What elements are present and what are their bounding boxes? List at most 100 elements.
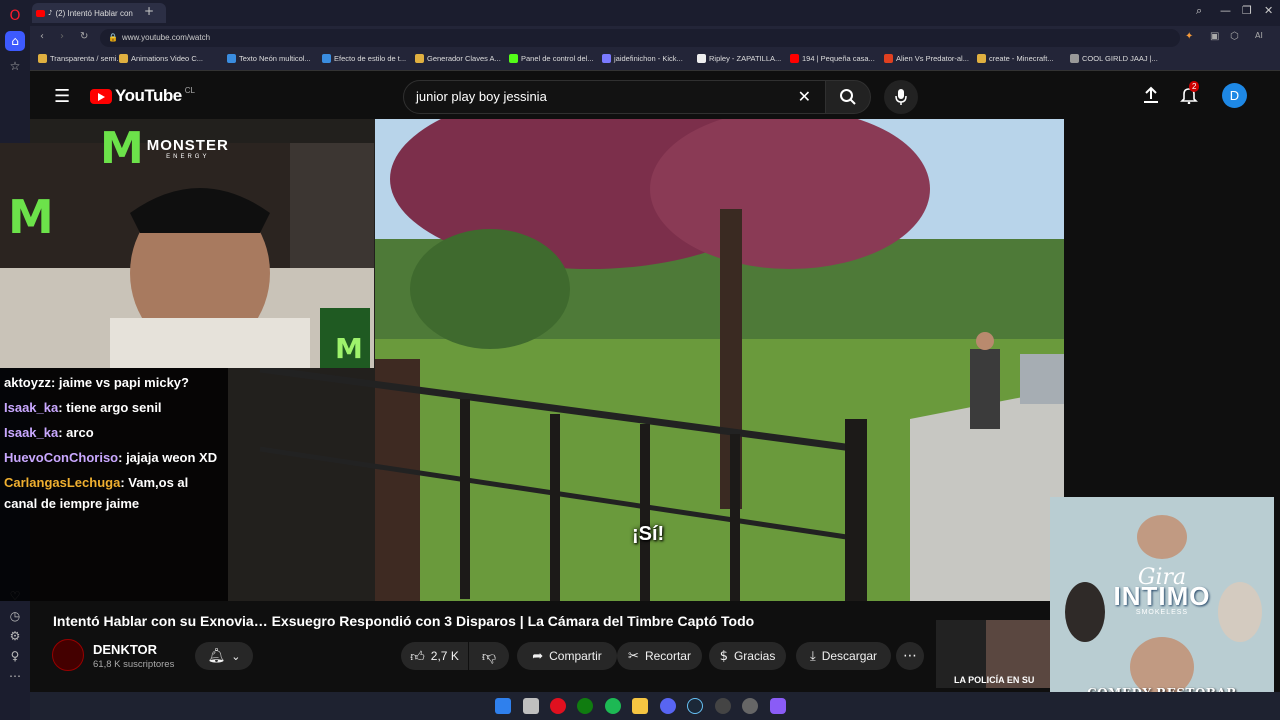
chat-username: Isaak_ka <box>4 425 59 440</box>
bookmark-favicon-icon <box>977 54 986 63</box>
chat-text: : jaime vs papi micky? <box>50 375 189 390</box>
extension-3-icon[interactable]: ⬡ <box>1230 31 1239 42</box>
tab-bar: ♪ (2) Intentó Hablar con + ⌕ — ❐ ✕ <box>30 0 1280 26</box>
logo-text: YouTube <box>115 86 182 105</box>
bookmark-item[interactable]: Animations Video C... <box>119 54 203 63</box>
bookmark-item[interactable]: Texto Neón multicol... <box>227 54 311 63</box>
thumbnail-caption: LA POLICÍA EN SU <box>954 675 1035 685</box>
minimize-button[interactable]: — <box>1220 4 1231 17</box>
task-view-icon[interactable] <box>523 698 539 714</box>
speaker-icon: ♪ <box>48 9 53 17</box>
subscribe-bell-button[interactable]: 🔔︎ ⌄ <box>195 642 253 670</box>
channel-name[interactable]: DENKTOR <box>93 642 157 657</box>
bookmark-label: 194 | Pequeña casa... <box>802 54 875 63</box>
extension-icon[interactable]: ✦ <box>1185 31 1193 42</box>
bookmark-favicon-icon <box>602 54 611 63</box>
url-field[interactable]: 🔒 www.youtube.com/watch <box>100 29 1180 47</box>
search-tabs-icon[interactable]: ⌕ <box>1196 4 1202 18</box>
settings-icon[interactable]: ⚙ <box>5 626 25 646</box>
bookmark-item[interactable]: Generador Claves A... <box>415 54 501 63</box>
recommended-thumbnail[interactable]: LA POLICÍA EN SU <box>936 620 1054 688</box>
spotify-icon[interactable] <box>605 698 621 714</box>
bookmark-favicon-icon <box>884 54 893 63</box>
bookmark-label: jaidefinichon - Kick... <box>614 54 683 63</box>
history-icon[interactable]: ◷ <box>5 606 25 626</box>
sponsor-name: MONSTER <box>146 136 229 154</box>
channel-avatar[interactable] <box>52 639 84 671</box>
bookmark-favicon-icon <box>415 54 424 63</box>
chat-username: CarlangasLechuga <box>4 475 121 490</box>
clear-search-icon[interactable]: ✕ <box>798 81 811 113</box>
bookmark-favicon-icon <box>322 54 331 63</box>
clip-button[interactable]: ✂ Recortar <box>617 642 702 670</box>
share-icon: ➦ <box>532 648 544 664</box>
tab-title: (2) Intentó Hablar con <box>55 8 133 18</box>
chat-message: Isaak_ka: arco <box>4 420 224 445</box>
chat-text: : arco <box>58 425 94 440</box>
bookmark-item[interactable]: Ripley - ZAPATILLA... <box>697 54 781 63</box>
windows-start-icon[interactable] <box>495 698 511 714</box>
bookmark-label: Generador Claves A... <box>427 54 501 63</box>
bell-icon: 🔔︎ <box>207 648 226 664</box>
star-icon[interactable]: ☆ <box>5 56 25 76</box>
bookmark-item[interactable]: Efecto de estilo de t... <box>322 54 406 63</box>
chat-message: aktoyzz: jaime vs papi micky? <box>4 370 224 395</box>
bookmark-label: Ripley - ZAPATILLA... <box>709 54 782 63</box>
chat-message: CarlangasLechuga: Vam,os al canal de iem… <box>4 472 224 514</box>
promo-poster: Gira INTIMO SMOKELESS COMEDY RESTOBAR <box>1050 497 1274 720</box>
video-title: Intentó Hablar con su Exnovia… Exsuegro … <box>53 613 755 629</box>
opera-taskbar-icon[interactable] <box>550 698 566 714</box>
thanks-button[interactable]: $ Gracias <box>709 642 786 670</box>
maximize-button[interactable]: ❐ <box>1242 4 1252 17</box>
lock-icon: 🔒 <box>108 33 118 42</box>
menu-icon[interactable]: ☰ <box>54 86 70 107</box>
search-input[interactable]: junior play boy jessinia ✕ <box>403 80 826 114</box>
obs-icon[interactable] <box>715 698 731 714</box>
dislike-button[interactable]: 👎︎ <box>469 642 509 670</box>
bookmark-item[interactable]: 194 | Pequeña casa... <box>790 54 875 63</box>
bookmark-item[interactable]: COOL GIRLD JAAJ |... <box>1070 54 1158 63</box>
chat-username: HuevoConChoriso <box>4 450 119 465</box>
more-icon[interactable]: ⋯ <box>5 666 25 686</box>
more-icon: ⋯ <box>903 648 917 664</box>
home-icon[interactable]: ⌂ <box>5 31 25 51</box>
back-icon[interactable]: ‹ <box>40 31 44 42</box>
chat-text: : jajaja weon XD <box>118 450 218 465</box>
upload-button[interactable] <box>1142 86 1160 109</box>
notifications-button[interactable]: 2 <box>1180 81 1200 109</box>
new-tab-button[interactable]: + <box>144 4 154 18</box>
ai-icon[interactable]: AI <box>1255 31 1263 40</box>
xbox-icon[interactable] <box>577 698 593 714</box>
more-actions-button[interactable]: ⋯ <box>896 642 924 670</box>
bookmark-item[interactable]: Transparenta / semi... <box>38 54 123 63</box>
like-button[interactable]: 👍︎ 2,7 K <box>401 642 468 670</box>
monster-logo: M MONSTER ENERGY <box>100 119 228 177</box>
extension-2-icon[interactable]: ▣ <box>1210 31 1219 42</box>
discord-icon[interactable] <box>660 698 676 714</box>
bookmark-item[interactable]: jaidefinichon - Kick... <box>602 54 683 63</box>
bookmark-item[interactable]: create - Minecraft... <box>977 54 1054 63</box>
share-button[interactable]: ➦ Compartir <box>517 642 617 670</box>
close-window-button[interactable]: ✕ <box>1264 4 1273 17</box>
file-explorer-icon[interactable] <box>632 698 648 714</box>
search-button[interactable] <box>825 80 871 114</box>
app-icon[interactable] <box>742 698 758 714</box>
bookmark-item[interactable]: Panel de control del... <box>509 54 594 63</box>
bookmark-item[interactable]: Alien Vs Predator-al... <box>884 54 969 63</box>
app-2-icon[interactable] <box>770 698 786 714</box>
voice-search-button[interactable] <box>884 80 918 114</box>
lightbulb-icon[interactable]: ♀ <box>5 646 25 666</box>
like-count: 2,7 K <box>430 649 459 663</box>
steam-icon[interactable] <box>687 698 703 714</box>
bookmark-label: Alien Vs Predator-al... <box>896 54 969 63</box>
opera-logo-icon[interactable]: O <box>5 6 25 26</box>
forward-icon[interactable]: › <box>60 31 64 42</box>
reload-icon[interactable]: ↻ <box>80 31 88 42</box>
avatar[interactable]: D <box>1222 83 1247 108</box>
download-icon: ⤓ <box>809 648 816 664</box>
chat-username: Isaak_ka <box>4 400 59 415</box>
youtube-logo[interactable]: YouTube CL <box>90 86 195 106</box>
download-button[interactable]: ⤓ Descargar <box>796 642 891 670</box>
bookmark-favicon-icon <box>790 54 799 63</box>
bookmark-label: Transparenta / semi... <box>50 54 123 63</box>
